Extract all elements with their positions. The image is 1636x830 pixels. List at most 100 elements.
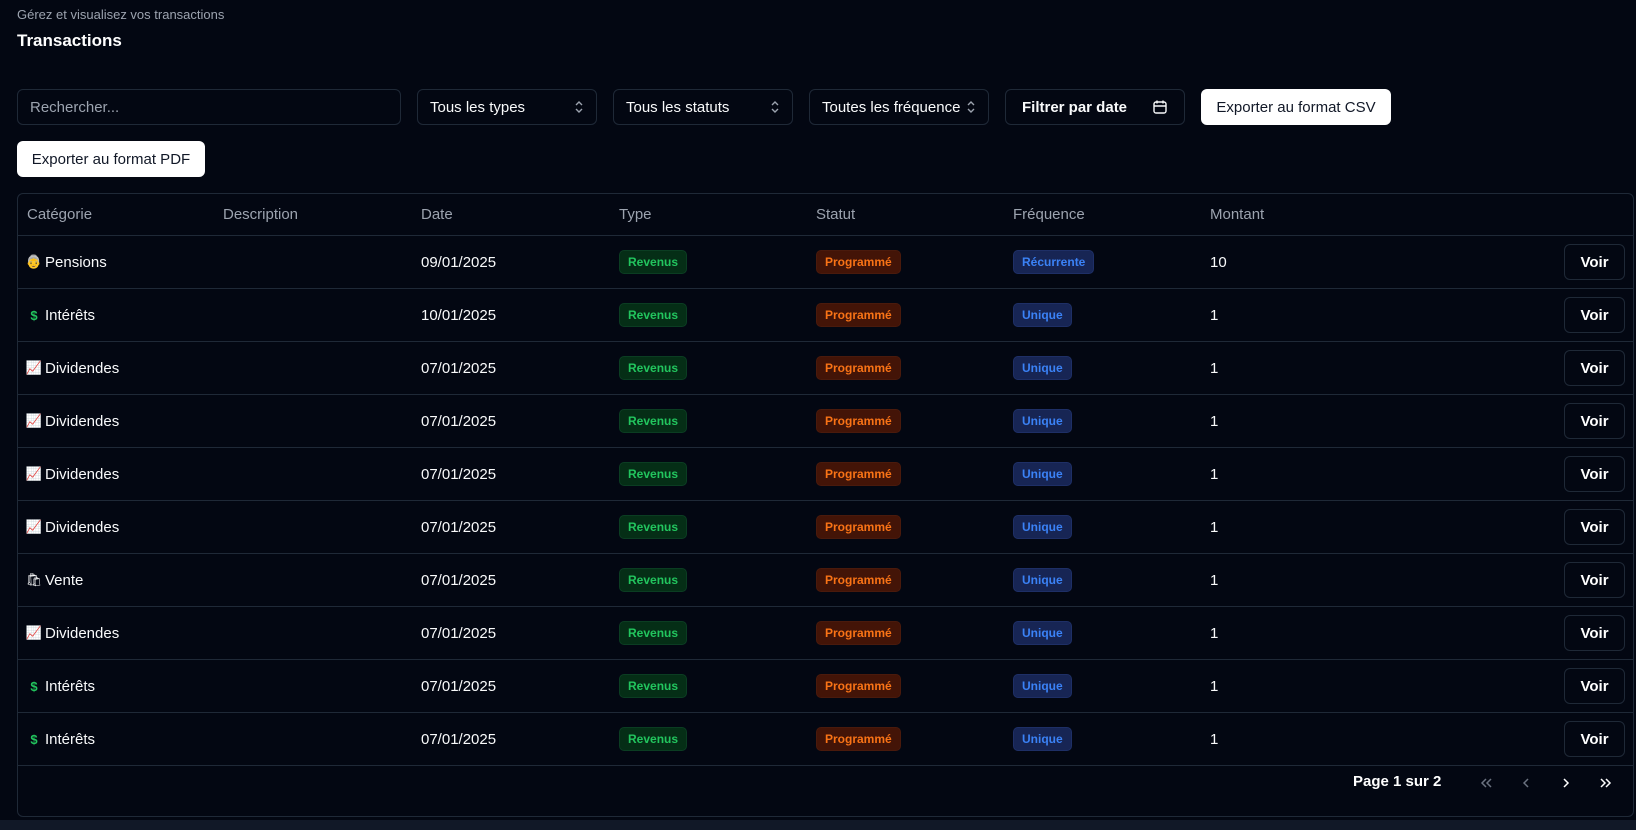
dollar-icon: $ <box>30 307 38 323</box>
status-badge: Programmé <box>816 727 901 751</box>
date-cell: 07/01/2025 <box>421 571 497 589</box>
amount-cell: 1 <box>1210 677 1219 695</box>
frequency-cell: Unique <box>1013 554 1072 606</box>
view-button[interactable]: Voir <box>1564 509 1625 545</box>
category-cell: 📈 Dividendes <box>26 395 119 447</box>
type-cell: Revenus <box>619 660 688 712</box>
date-cell: 07/01/2025 <box>421 412 497 430</box>
category-cell: 📈 Dividendes <box>26 448 120 500</box>
view-button[interactable]: Voir <box>1564 244 1625 280</box>
status-cell: Programmé <box>816 342 901 394</box>
category-label: Dividendes <box>45 518 120 536</box>
status-cell: Programmé <box>816 660 901 712</box>
type-badge: Revenus <box>619 409 688 433</box>
view-button[interactable]: Voir <box>1564 456 1625 492</box>
amount-cell: 1 <box>1210 359 1219 377</box>
category-label: Intérêts <box>45 730 96 748</box>
status-badge: Programmé <box>816 674 901 698</box>
type-badge: Revenus <box>619 462 688 486</box>
type-select[interactable]: Tous les types <box>417 89 597 125</box>
column-header-date: Date <box>421 206 453 223</box>
frequency-select[interactable]: Toutes les fréquence <box>809 89 989 125</box>
column-header-description: Description <box>223 206 299 223</box>
frequency-badge: Unique <box>1013 568 1072 592</box>
type-cell: Revenus <box>619 607 688 659</box>
frequency-badge: Unique <box>1013 409 1072 433</box>
view-button[interactable]: Voir <box>1564 403 1625 439</box>
view-button[interactable]: Voir <box>1564 297 1625 333</box>
type-badge: Revenus <box>619 303 688 327</box>
frequency-badge: Récurrente <box>1013 250 1095 274</box>
date-filter-button[interactable]: Filtrer par date <box>1005 89 1185 125</box>
amount-cell: 1 <box>1210 412 1219 430</box>
next-page-icon[interactable] <box>1554 771 1578 795</box>
frequency-badge: Unique <box>1013 356 1072 380</box>
category-cell: 📈 Dividendes <box>25 501 120 553</box>
category-cell: 🛍 Vente <box>26 554 84 606</box>
type-cell: Revenus <box>619 395 688 447</box>
amount-cell: 1 <box>1210 571 1219 589</box>
status-cell: Programmé <box>816 236 901 288</box>
category-cell: $ Intérêts <box>27 289 95 341</box>
date-cell: 09/01/2025 <box>421 253 497 271</box>
date-cell: 07/01/2025 <box>421 465 497 483</box>
view-button[interactable]: Voir <box>1564 721 1625 757</box>
export-pdf-button[interactable]: Exporter au format PDF <box>17 141 205 177</box>
date-cell: 07/01/2025 <box>421 677 497 695</box>
status-cell: Programmé <box>816 395 901 447</box>
category-cell: 👵 Pensions <box>25 236 107 288</box>
category-cell: $ Intérêts <box>27 660 95 712</box>
chart-up-icon: 📈 <box>25 519 43 534</box>
category-label: Intérêts <box>45 306 96 324</box>
calendar-icon <box>1153 100 1167 114</box>
category-label: Dividendes <box>45 359 120 377</box>
table-row: $ Intérêts 07/01/2025 Revenus Programmé Uniqu… <box>18 713 1633 766</box>
type-badge: Revenus <box>619 356 688 380</box>
last-page-icon[interactable] <box>1594 771 1618 795</box>
table-row: 👵 Pensions 09/01/2025 Revenus Programmé Récur… <box>18 236 1633 289</box>
previous-page-icon[interactable] <box>1514 771 1538 795</box>
status-select[interactable]: Tous les statuts <box>613 89 793 125</box>
view-button[interactable]: Voir <box>1564 615 1625 651</box>
date-filter-label: Filtrer par date <box>1022 98 1128 116</box>
search-input[interactable]: Rechercher... <box>17 89 401 125</box>
table-header: Catégorie Description Date Type Statut F… <box>18 194 1633 236</box>
category-label: Dividendes <box>45 624 120 642</box>
frequency-cell: Unique <box>1013 448 1072 500</box>
date-cell: 07/01/2025 <box>421 730 497 748</box>
first-page-icon[interactable] <box>1474 771 1498 795</box>
column-header-frequency: Fréquence <box>1013 206 1085 223</box>
category-label: Pensions <box>45 253 107 271</box>
category-label: Intérêts <box>45 677 96 695</box>
status-select-label: Tous les statuts <box>626 98 730 116</box>
status-badge: Programmé <box>816 462 901 486</box>
status-cell: Programmé <box>816 501 901 553</box>
category-label: Dividendes <box>45 465 120 483</box>
frequency-badge: Unique <box>1013 303 1072 327</box>
pagination-label: Page 1 sur 2 <box>1353 773 1442 790</box>
table-row: 📈 Dividendes 07/01/2025 Revenus Programmé Uni… <box>18 607 1633 660</box>
frequency-cell: Unique <box>1013 607 1072 659</box>
view-button[interactable]: Voir <box>1564 350 1625 386</box>
chart-up-icon: 📈 <box>25 625 43 640</box>
export-csv-button[interactable]: Exporter au format CSV <box>1201 89 1391 125</box>
frequency-select-label: Toutes les fréquence <box>822 98 961 116</box>
amount-cell: 1 <box>1210 624 1219 642</box>
pension-icon: 👵 <box>25 254 43 269</box>
type-cell: Revenus <box>619 289 688 341</box>
view-button[interactable]: Voir <box>1564 668 1625 704</box>
status-cell: Programmé <box>816 289 901 341</box>
frequency-cell: Récurrente <box>1013 236 1095 288</box>
type-badge: Revenus <box>619 568 688 592</box>
frequency-cell: Unique <box>1013 395 1072 447</box>
column-header-category: Catégorie <box>27 206 93 223</box>
horizontal-scrollbar[interactable] <box>0 820 1636 830</box>
view-button[interactable]: Voir <box>1564 562 1625 598</box>
table-row: $ Intérêts 07/01/2025 Revenus Programmé Uniqu… <box>18 660 1633 713</box>
status-cell: Programmé <box>816 554 901 606</box>
type-badge: Revenus <box>619 621 688 645</box>
amount-cell: 1 <box>1210 465 1219 483</box>
status-badge: Programmé <box>816 303 901 327</box>
type-cell: Revenus <box>619 713 688 765</box>
transactions-table: Catégorie Description Date Type Statut F… <box>17 193 1634 817</box>
